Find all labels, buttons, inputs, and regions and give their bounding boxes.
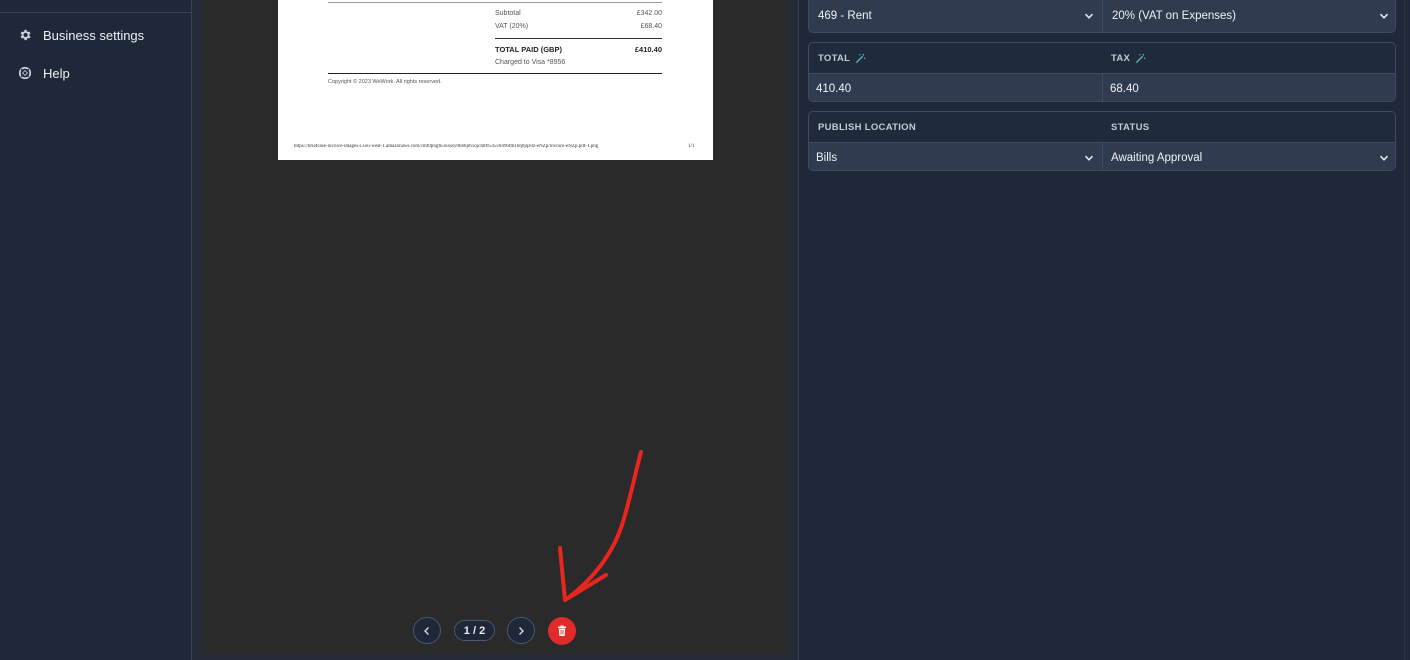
gear-icon: [18, 28, 32, 42]
status-label: STATUS: [1111, 121, 1150, 133]
magic-wand-icon: [856, 53, 866, 63]
delete-button[interactable]: [548, 617, 576, 645]
tax-rate-select-value: 20% (VAT on Expenses): [1112, 10, 1237, 22]
doc-rule: [495, 38, 662, 39]
doc-copyright: Copyright © 2023 WeWork. All rights rese…: [328, 79, 442, 85]
previous-page-button[interactable]: [413, 617, 441, 644]
lifebuoy-icon: [18, 66, 32, 80]
chevron-down-icon: [1084, 155, 1094, 161]
doc-total-value: £410.40: [634, 45, 662, 54]
chevron-down-icon: [1084, 13, 1094, 19]
sidebar-item-business-settings[interactable]: Business settings: [18, 25, 144, 45]
chevron-right-icon: [519, 626, 524, 635]
doc-vat-label: VAT (20%): [495, 23, 529, 30]
status-header: STATUS: [1102, 112, 1395, 142]
doc-url: https://briefcase-invoice-images.s3.eu-w…: [294, 144, 599, 149]
totals-group: TOTAL TAX 410.40 68.40: [808, 42, 1396, 102]
doc-subtotal-value: £342.00: [636, 10, 662, 17]
tax-input[interactable]: 68.40: [1103, 74, 1395, 101]
sidebar-item-label: Help: [43, 65, 70, 81]
magic-wand-icon: [1136, 53, 1146, 63]
trash-icon: [558, 625, 566, 636]
doc-rule: [328, 2, 662, 3]
publish-location-select[interactable]: Bills: [809, 143, 1102, 170]
chevron-down-icon: [1379, 13, 1389, 19]
doc-vat-value: £68.40: [640, 23, 662, 30]
panel-divider: [1404, 0, 1405, 660]
document-page: Subtotal £342.00 VAT (20%) £68.40 TOTAL …: [278, 0, 713, 160]
page-counter: 1 / 2: [454, 620, 495, 641]
doc-subtotal-label: Subtotal: [495, 10, 521, 17]
chevron-left-icon: [424, 626, 429, 635]
account-select-value: 469 - Rent: [818, 10, 872, 22]
sidebar: Business settings Help: [0, 0, 192, 660]
publish-status-group: PUBLISH LOCATION STATUS Bills Awaiting A…: [808, 111, 1396, 171]
doc-charged-to: Charged to Visa *8956: [495, 59, 566, 66]
publish-location-label: PUBLISH LOCATION: [818, 121, 917, 133]
total-value: 410.40: [816, 82, 852, 95]
doc-total-label: TOTAL PAID (GBP): [495, 45, 562, 54]
status-select[interactable]: Awaiting Approval: [1103, 143, 1395, 170]
sidebar-item-label: Business settings: [43, 27, 145, 43]
account-tax-group: 469 - Rent 20% (VAT on Expenses): [808, 0, 1396, 33]
sidebar-item-help[interactable]: Help: [18, 63, 70, 83]
sidebar-divider: [0, 12, 191, 13]
status-value: Awaiting Approval: [1111, 151, 1203, 164]
doc-rule: [328, 73, 662, 74]
tax-value: 68.40: [1110, 82, 1139, 95]
next-page-button[interactable]: [507, 617, 535, 644]
account-select[interactable]: 469 - Rent: [809, 0, 1102, 32]
tax-rate-select[interactable]: 20% (VAT on Expenses): [1103, 0, 1395, 32]
total-label: TOTAL: [818, 52, 851, 64]
total-input[interactable]: 410.40: [809, 74, 1102, 101]
total-header: TOTAL: [809, 43, 1102, 73]
publish-location-header: PUBLISH LOCATION: [809, 112, 1102, 142]
tax-header: TAX: [1102, 43, 1395, 73]
publish-location-value: Bills: [816, 151, 838, 164]
chevron-down-icon: [1379, 155, 1389, 161]
doc-page-number: 1/1: [688, 144, 695, 149]
tax-label: TAX: [1111, 52, 1131, 64]
